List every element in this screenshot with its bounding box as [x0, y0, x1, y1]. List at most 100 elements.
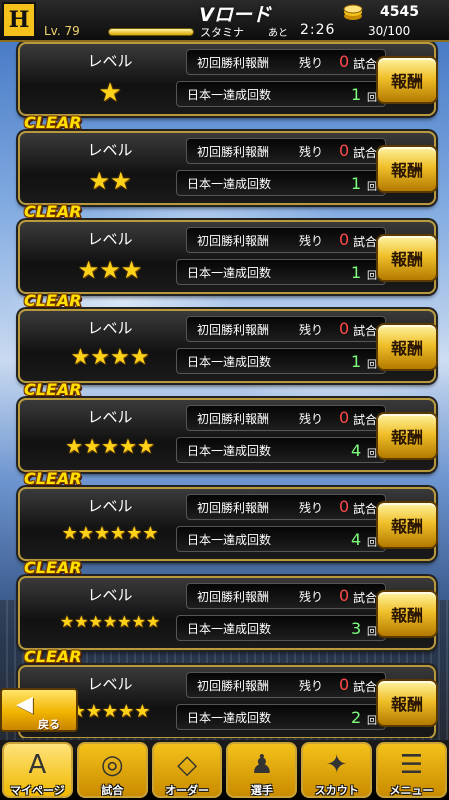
first-win-reward-label: 初回勝利報酬	[197, 322, 270, 337]
champion-count-row: 日本一達成回数 1 回	[176, 348, 386, 374]
champion-count-row: 日本一達成回数 1 回	[176, 259, 386, 285]
remain-label: 残り	[299, 411, 324, 426]
champion-count: 1	[351, 263, 362, 282]
reward-button[interactable]: 報酬	[376, 679, 438, 727]
level-panel: レベル ★★★★ 初回勝利報酬 残り 0 試合 日本一達成回数 1 回 報酬	[18, 309, 438, 383]
difficulty-stars: ★★★★★	[65, 434, 155, 458]
stamina-value: 30/100	[368, 24, 411, 38]
clear-badge: CLEAR	[24, 558, 82, 577]
team-logo[interactable]: H	[2, 2, 36, 38]
first-win-reward-label: 初回勝利報酬	[197, 500, 270, 515]
nav-item-3[interactable]: ♟ 選手	[226, 742, 298, 798]
back-button-label: 戻る	[38, 718, 60, 731]
clear-badge: CLEAR	[24, 380, 82, 399]
difficulty-stars: ★★★	[77, 256, 143, 284]
first-win-reward-row: 初回勝利報酬 残り 0 試合	[186, 405, 386, 431]
remain-unit: 試合	[353, 146, 378, 160]
reward-button[interactable]: 報酬	[376, 501, 438, 549]
nav-item-2[interactable]: ◇ オーダー	[151, 742, 223, 798]
champion-count-label: 日本一達成回数	[187, 354, 272, 369]
level-label: レベル	[87, 52, 133, 70]
remain-label: 残り	[299, 322, 324, 337]
remain-count: 0	[339, 675, 350, 694]
remain-count: 0	[339, 497, 350, 516]
back-arrow-icon: ◀	[16, 692, 33, 717]
remain-count: 0	[339, 586, 350, 605]
champion-count-row: 日本一達成回数 1 回	[176, 81, 386, 107]
remain-unit: 試合	[353, 680, 378, 694]
level-list[interactable]: レベル ★ 初回勝利報酬 残り 0 試合 日本一達成回数 1 回 報酬 レベル …	[0, 40, 449, 738]
nav-label: マイページ	[10, 784, 65, 797]
clear-badge: CLEAR	[24, 291, 82, 310]
level-panel: レベル ★★★ 初回勝利報酬 残り 0 試合 日本一達成回数 1 回 報酬	[18, 220, 438, 294]
remain-label: 残り	[299, 678, 324, 693]
champion-count-label: 日本一達成回数	[187, 176, 272, 191]
champion-count-label: 日本一達成回数	[187, 532, 272, 547]
first-win-reward-label: 初回勝利報酬	[197, 678, 270, 693]
level-panel: レベル ★★★★★★ 初回勝利報酬 残り 0 試合 日本一達成回数 4 回 報酬	[18, 487, 438, 561]
champion-count: 4	[351, 441, 362, 460]
level-label: レベル	[87, 230, 133, 248]
nav-item-1[interactable]: ◎ 試合	[76, 742, 148, 798]
level-panel: レベル ★★★★★ 初回勝利報酬 残り 0 試合 日本一達成回数 4 回 報酬	[18, 398, 438, 472]
remain-label: 残り	[299, 589, 324, 604]
level-panel: レベル ★★ 初回勝利報酬 残り 0 試合 日本一達成回数 1 回 報酬	[18, 131, 438, 205]
reward-button[interactable]: 報酬	[376, 234, 438, 282]
reward-button[interactable]: 報酬	[376, 145, 438, 193]
reward-button[interactable]: 報酬	[376, 590, 438, 638]
player-level: Lv. 79	[44, 24, 80, 38]
champion-count-row: 日本一達成回数 4 回	[176, 437, 386, 463]
nav-label: メニュー	[389, 784, 434, 797]
field-diamond-icon: ◇	[177, 750, 198, 780]
stamina-label: スタミナ	[200, 26, 244, 39]
reward-button[interactable]: 報酬	[376, 323, 438, 371]
champion-count: 1	[351, 85, 362, 104]
clear-badge: CLEAR	[24, 113, 82, 132]
coin-stack-icon	[343, 4, 363, 20]
remain-unit: 試合	[353, 413, 378, 427]
remain-unit: 試合	[353, 57, 378, 71]
nav-item-4[interactable]: ✦ スカウト	[301, 742, 373, 798]
coin-count: 4545	[380, 4, 419, 20]
remain-unit: 試合	[353, 591, 378, 605]
difficulty-stars: ★	[98, 78, 122, 108]
first-win-reward-label: 初回勝利報酬	[197, 233, 270, 248]
reward-button[interactable]: 報酬	[376, 56, 438, 104]
remain-unit: 試合	[353, 502, 378, 516]
difficulty-stars: ★★	[88, 167, 132, 195]
first-win-reward-row: 初回勝利報酬 残り 0 試合	[186, 138, 386, 164]
champion-count-row: 日本一達成回数 4 回	[176, 526, 386, 552]
stamina-bar	[108, 28, 194, 36]
remain-label: 残り	[299, 144, 324, 159]
first-win-reward-label: 初回勝利報酬	[197, 589, 270, 604]
champion-count: 1	[351, 352, 362, 371]
first-win-reward-row: 初回勝利報酬 残り 0 試合	[186, 672, 386, 698]
champion-count: 2	[351, 708, 362, 727]
champion-count-label: 日本一達成回数	[187, 710, 272, 725]
nav-item-0[interactable]: A マイページ	[2, 742, 73, 798]
champion-count-row: 日本一達成回数 3 回	[176, 615, 386, 641]
scout-card-icon: ✦	[325, 750, 348, 780]
top-status-bar: H Vロード Lv. 79 スタミナ あと 2:26 30/100 4545	[0, 0, 449, 42]
first-win-reward-row: 初回勝利報酬 残り 0 試合	[186, 227, 386, 253]
difficulty-stars: ★★★★★★	[61, 523, 159, 544]
clear-badge: CLEAR	[24, 202, 82, 221]
level-label: レベル	[87, 141, 133, 159]
remain-label: 残り	[299, 233, 324, 248]
remain-count: 0	[339, 52, 350, 71]
nav-label: スカウト	[314, 784, 359, 797]
remain-count: 0	[339, 141, 350, 160]
level-label: レベル	[87, 408, 133, 426]
nav-label: 試合	[101, 784, 124, 797]
reward-button[interactable]: 報酬	[376, 412, 438, 460]
remain-unit: 試合	[353, 324, 378, 338]
difficulty-stars: ★★★★★★★	[59, 612, 161, 631]
remain-unit: 試合	[353, 235, 378, 249]
player-icon: ♟	[250, 750, 274, 780]
menu-icon: ☰	[399, 750, 424, 780]
back-button[interactable]: ◀ 戻る	[0, 688, 78, 732]
remain-count: 0	[339, 230, 350, 249]
nav-item-5[interactable]: ☰ メニュー	[376, 742, 447, 798]
champion-count-label: 日本一達成回数	[187, 621, 272, 636]
clear-badge: CLEAR	[24, 469, 82, 488]
